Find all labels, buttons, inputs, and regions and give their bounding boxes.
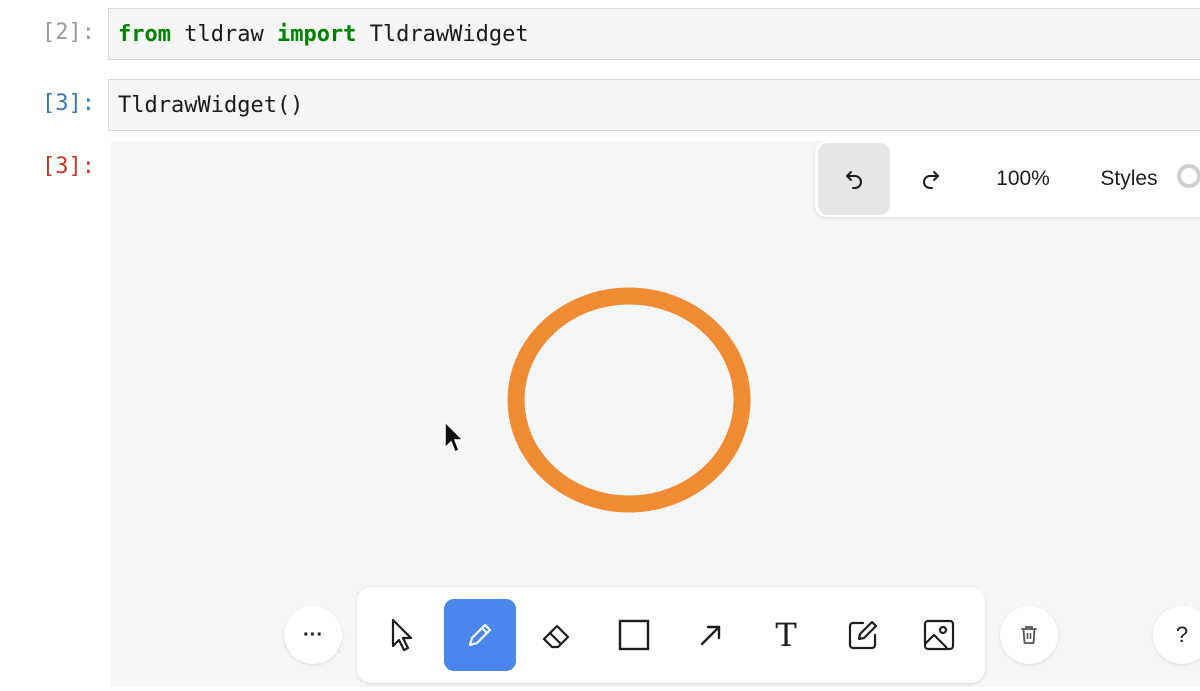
module-name: tldraw [170,21,277,47]
note-icon [848,620,878,650]
keyword-import: import [276,21,357,47]
trash-icon [1021,626,1037,644]
rectangle-tool[interactable] [598,599,670,671]
image-tool[interactable] [903,599,975,671]
draw-tool[interactable] [444,599,516,671]
redo-icon [923,171,939,189]
tool-toolbar: T [357,587,985,683]
class-name: TldrawWidget [356,21,529,47]
output-prompt-3: [3]: [42,154,95,179]
orange-ellipse-shape[interactable] [507,287,751,513]
undo-button[interactable] [818,143,890,215]
code-cell-widget[interactable]: TldrawWidget() [108,79,1200,131]
widget-call: TldrawWidget() [118,92,304,118]
zoom-menu-button[interactable]: 100% [973,143,1073,215]
text-tool[interactable]: T [750,599,822,671]
keyword-from: from [118,21,171,47]
eraser-icon [542,624,570,649]
undo-icon [846,171,862,189]
rectangle-icon [618,619,650,651]
cell-prompt-2: [2]: [42,20,95,45]
style-color-ring-icon[interactable] [1177,164,1200,188]
delete-button[interactable] [1000,606,1058,664]
select-tool[interactable] [367,599,439,671]
top-menu-panel: 100% Styles [815,141,1200,217]
tldraw-canvas[interactable]: 100% Styles ··· T ? [111,141,1200,687]
more-menu-button[interactable]: ··· [284,606,342,664]
image-icon [923,619,955,651]
styles-button[interactable]: Styles [1079,143,1179,215]
mouse-cursor-icon [444,420,465,454]
arrow-tool[interactable] [675,599,747,671]
arrow-icon [700,625,721,646]
cell-prompt-3: [3]: [42,91,95,116]
pencil-icon [468,623,492,647]
note-tool[interactable] [827,599,899,671]
text-icon: T [775,616,797,654]
code-cell-import[interactable]: from tldraw import TldrawWidget [108,8,1200,60]
cursor-icon [391,618,413,652]
redo-button[interactable] [895,143,967,215]
eraser-tool[interactable] [521,599,593,671]
